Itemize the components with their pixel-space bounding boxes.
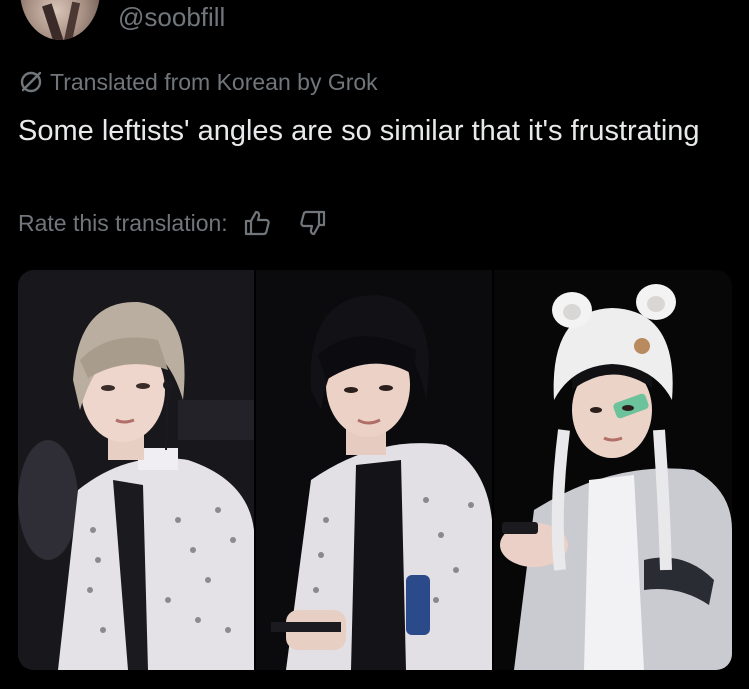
photo-3[interactable] — [494, 270, 732, 670]
media-grid — [18, 270, 732, 670]
rate-translation: Rate this translation: — [18, 208, 328, 238]
translate-slash-icon — [18, 69, 44, 95]
thumbs-up-icon[interactable] — [242, 208, 272, 238]
translation-label: Translated from Korean by Grok — [50, 69, 378, 95]
translation-notice: Translated from Korean by Grok — [18, 68, 378, 96]
rate-label: Rate this translation: — [18, 210, 228, 236]
thumbs-down-icon[interactable] — [298, 208, 328, 238]
avatar-detail — [42, 3, 64, 40]
tweet-text: Some leftists' angles are so similar tha… — [18, 115, 700, 147]
photo-2[interactable] — [256, 270, 492, 670]
author-avatar[interactable] — [20, 0, 100, 40]
author-handle[interactable]: @soobfill — [118, 3, 225, 31]
photo-1[interactable] — [18, 270, 254, 670]
avatar-detail — [63, 1, 81, 40]
